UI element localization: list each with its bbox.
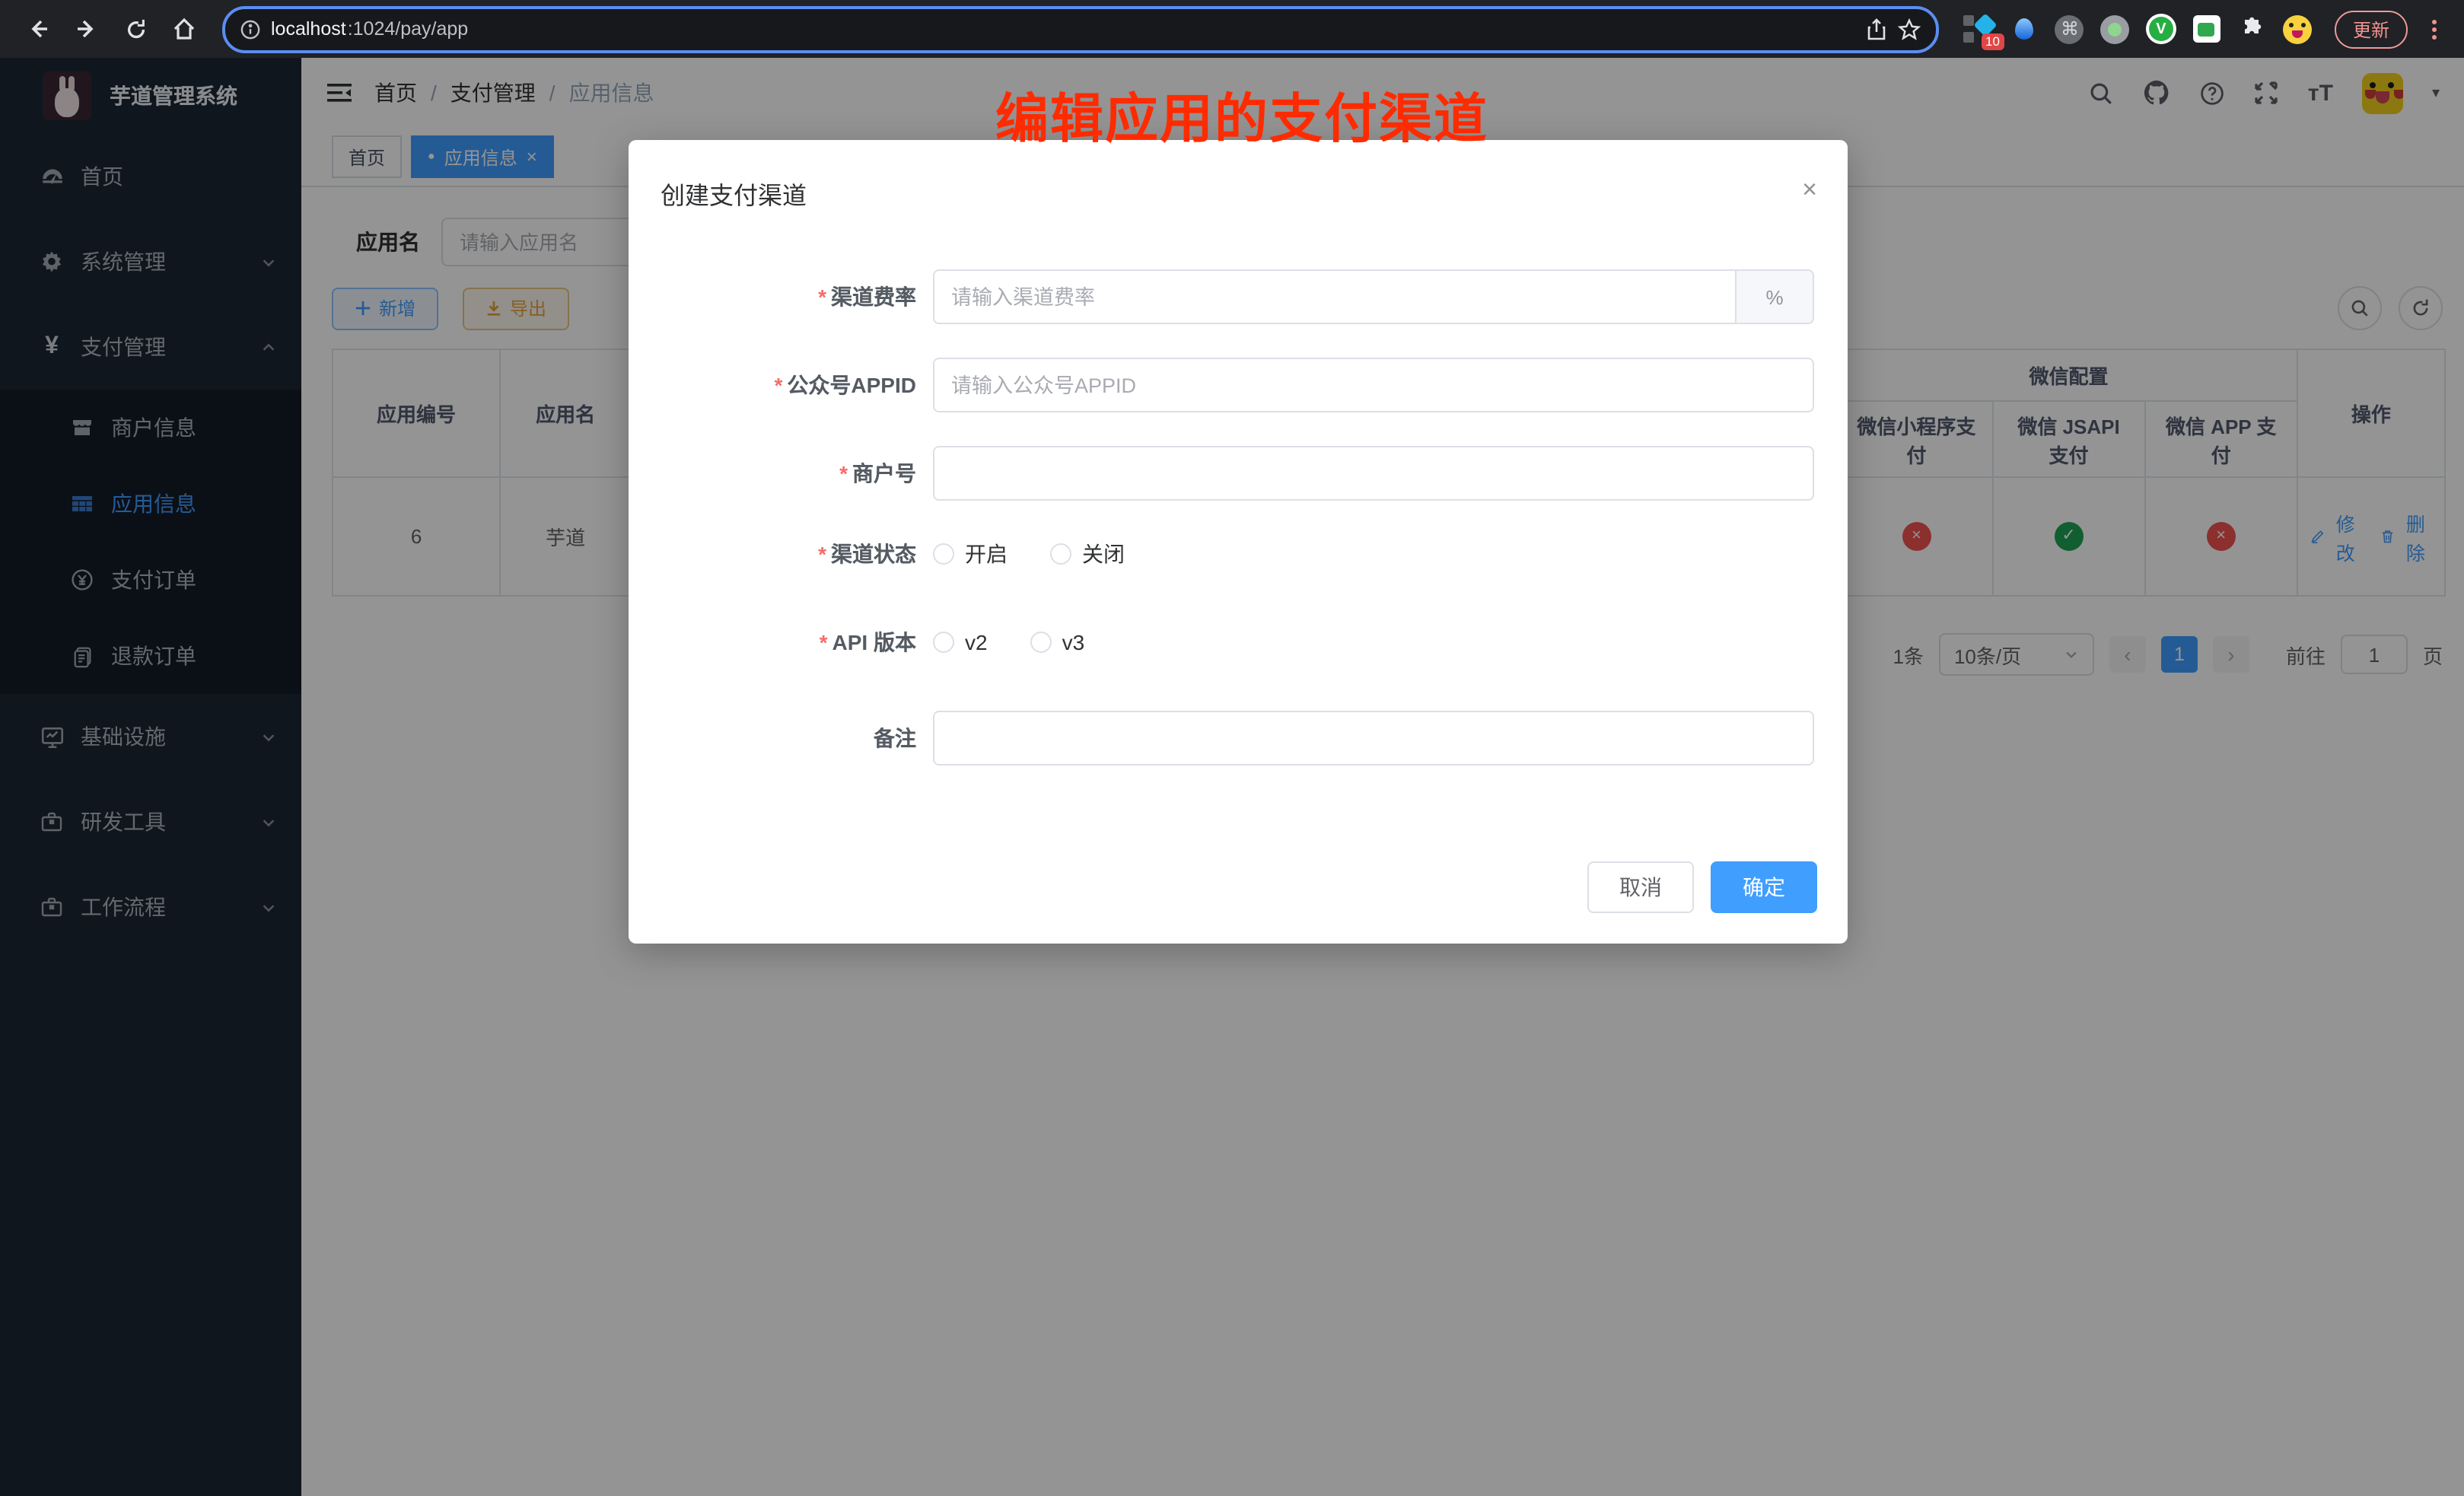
form-row-appid: *公众号APPID: [629, 358, 1848, 412]
form-row-rate: *渠道费率 %: [629, 269, 1848, 324]
merchant-id-input[interactable]: [933, 446, 1814, 501]
dialog-close-icon[interactable]: ×: [1802, 177, 1817, 202]
extension-badge: 10: [1981, 33, 2004, 50]
radio-label: 开启: [965, 539, 1008, 569]
form-row-merchant: *商户号: [629, 446, 1848, 501]
radio-status-closed[interactable]: 关闭: [1050, 539, 1125, 569]
form-row-remark: 备注: [629, 711, 1848, 766]
extension-dot-icon[interactable]: [2100, 14, 2131, 44]
forward-icon[interactable]: [67, 9, 107, 49]
profile-avatar-icon[interactable]: [2283, 14, 2313, 44]
extension-chat-icon[interactable]: [2192, 14, 2222, 44]
field-label: *渠道状态: [629, 539, 916, 569]
radio-circle-icon: [933, 632, 954, 653]
required-asterisk: *: [820, 630, 828, 654]
required-asterisk: *: [818, 542, 826, 566]
back-icon[interactable]: [18, 9, 58, 49]
screen: localhost:1024/pay/app 10 ⌘ V 更新 芋道管理系统: [0, 0, 2464, 1496]
dialog-title: 创建支付渠道: [661, 175, 807, 212]
mp-appid-input[interactable]: [933, 358, 1814, 412]
home-icon[interactable]: [164, 9, 204, 49]
reload-icon[interactable]: [116, 9, 155, 49]
address-bar[interactable]: localhost:1024/pay/app: [222, 5, 1939, 53]
field-label: 备注: [629, 723, 916, 753]
share-icon[interactable]: [1866, 18, 1887, 40]
radio-circle-icon: [933, 543, 954, 565]
field-label: *渠道费率: [629, 282, 916, 312]
form-row-api-version: *API 版本 v2 v3: [629, 627, 1848, 657]
radio-status-open[interactable]: 开启: [933, 539, 1008, 569]
required-asterisk: *: [775, 373, 783, 397]
url-host: localhost: [271, 18, 346, 40]
field-label: *API 版本: [629, 627, 916, 657]
radio-label: v2: [965, 630, 988, 654]
required-asterisk: *: [839, 461, 848, 485]
radio-circle-icon: [1030, 632, 1052, 653]
extensions-puzzle-icon[interactable]: [2237, 14, 2268, 44]
extension-cmd-icon[interactable]: ⌘: [2055, 14, 2085, 44]
radio-circle-icon: [1050, 543, 1071, 565]
browser-update-button[interactable]: 更新: [2335, 10, 2408, 48]
radio-api-v2[interactable]: v2: [933, 630, 988, 654]
remark-input[interactable]: [933, 711, 1814, 766]
radio-label: 关闭: [1082, 539, 1125, 569]
extensions-area: 10 ⌘ V 更新: [1957, 10, 2446, 48]
site-info-icon[interactable]: [240, 19, 260, 39]
extension-diamond-icon[interactable]: 10: [1963, 14, 1994, 44]
form-row-status: *渠道状态 开启 关闭: [629, 539, 1848, 569]
confirm-button[interactable]: 确定: [1711, 861, 1817, 913]
radio-label: v3: [1062, 630, 1085, 654]
radio-api-v3[interactable]: v3: [1030, 630, 1085, 654]
browser-menu-icon[interactable]: [2432, 19, 2437, 39]
percent-suffix: %: [1737, 269, 1814, 324]
browser-toolbar: localhost:1024/pay/app 10 ⌘ V 更新: [0, 0, 2464, 58]
extension-balloon-icon[interactable]: [2009, 14, 2039, 44]
channel-rate-input[interactable]: [933, 269, 1737, 324]
bookmark-star-icon[interactable]: [1898, 18, 1921, 40]
annotation-text: 编辑应用的支付渠道: [995, 76, 1488, 154]
cancel-button[interactable]: 取消: [1587, 861, 1694, 913]
create-channel-dialog: 创建支付渠道 × *渠道费率 % *公众号APPID *商户号 *渠道状态 开启…: [629, 140, 1848, 944]
field-label: *商户号: [629, 458, 916, 489]
url-path: :1024/pay/app: [348, 18, 1855, 40]
dialog-footer: 取消 确定: [1587, 861, 1817, 913]
extension-v-icon[interactable]: V: [2146, 14, 2176, 44]
required-asterisk: *: [818, 285, 826, 309]
field-label: *公众号APPID: [629, 370, 916, 400]
